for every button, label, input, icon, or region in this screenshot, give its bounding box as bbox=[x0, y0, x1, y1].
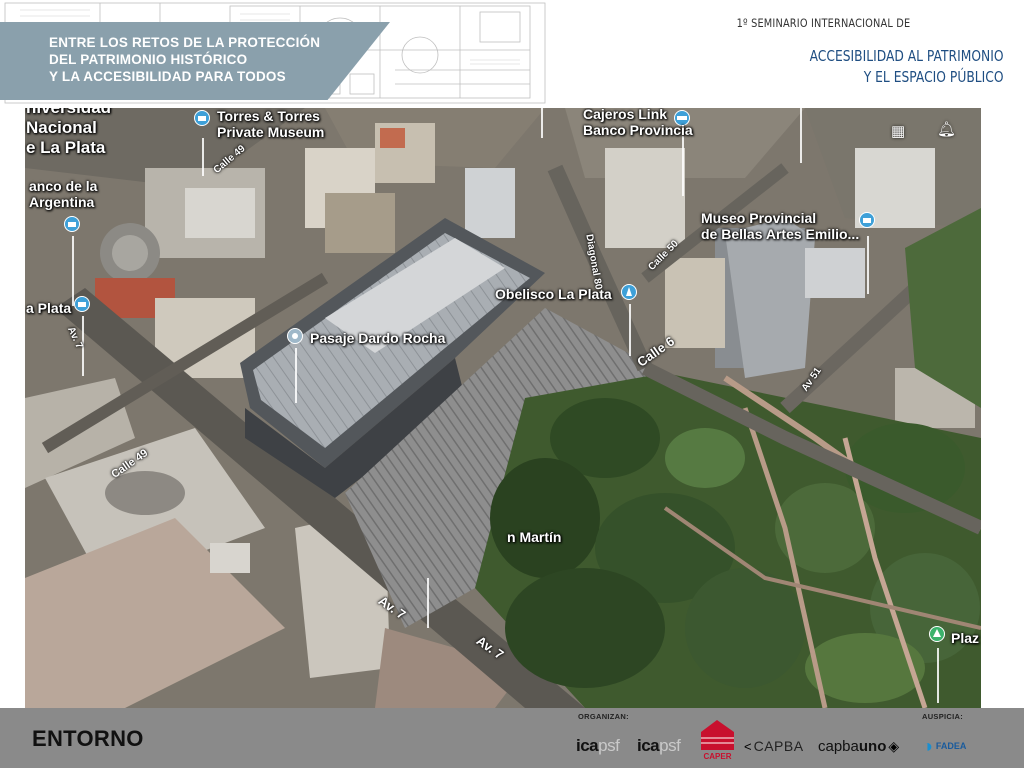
aerial-map[interactable]: ▦ 🔔︎ niversidad Nacional e La Plata Torr… bbox=[25, 108, 981, 708]
seminar-line: 1º SEMINARIO INTERNACIONAL DE bbox=[736, 16, 910, 30]
pin-line bbox=[800, 108, 802, 163]
label-plaza: Plaz bbox=[951, 630, 980, 646]
museum-pin-icon[interactable] bbox=[858, 212, 876, 230]
label-line: Nacional bbox=[26, 118, 97, 137]
bank-pin-icon[interactable] bbox=[63, 216, 81, 234]
banner-line: Y LA ACCESIBILIDAD PARA TODOS bbox=[49, 69, 286, 84]
logo-ica-text: icapsf bbox=[637, 736, 681, 756]
seminar-title-line: ACCESIBILIDAD AL PATRIMONIO bbox=[810, 47, 1004, 65]
label-line: anco de la bbox=[29, 178, 98, 194]
label-line: Torres & Torres bbox=[217, 108, 320, 124]
logo-ica-psf-1: icapsf bbox=[576, 730, 620, 762]
label-museo-bellas-artes: Museo Provincial de Bellas Artes Emilio.… bbox=[701, 210, 859, 242]
logo-ica-psf-2: icapsf bbox=[637, 730, 681, 762]
logo-capba-text: CAPBA bbox=[753, 738, 804, 754]
logo-fadea-text: FADEA bbox=[935, 741, 967, 751]
bell-icon[interactable]: 🔔︎ bbox=[937, 120, 956, 138]
label-la-plata: a Plata bbox=[26, 300, 72, 316]
capbauno-mark-icon: ◈ bbox=[888, 737, 900, 754]
label-universidad: niversidad Nacional e La Plata bbox=[26, 108, 111, 158]
seminar-title-line: Y EL ESPACIO PÚBLICO bbox=[864, 68, 1004, 86]
logo-ica-tail: psf bbox=[659, 736, 681, 755]
banner-title: ENTRE LOS RETOS DE LA PROTECCIÓN DEL PAT… bbox=[49, 34, 359, 85]
label-cajeros: Cajeros Link Banco Provincia bbox=[583, 108, 693, 138]
logo-ica-main: ica bbox=[637, 736, 660, 755]
pin-line bbox=[202, 138, 204, 176]
label-line: Banco Provincia bbox=[583, 122, 693, 138]
label-banco-argentina: anco de la Argentina bbox=[29, 178, 97, 210]
pin-line bbox=[295, 348, 297, 403]
pin-line bbox=[937, 648, 939, 703]
monument-pin-icon[interactable] bbox=[620, 284, 638, 302]
grid-apps-icon[interactable]: ▦ bbox=[891, 122, 905, 140]
aerial-map-image bbox=[25, 108, 981, 708]
museum-pin-icon[interactable] bbox=[73, 296, 91, 314]
pin-line bbox=[427, 578, 429, 628]
logo-capba: < CAPBA bbox=[744, 730, 804, 762]
label-line: Cajeros Link bbox=[583, 108, 668, 122]
logo-ica-tail: psf bbox=[598, 736, 620, 755]
capba-mark-icon: < bbox=[744, 738, 752, 754]
label-line: Private Museum bbox=[217, 124, 325, 140]
logo-caper-text: CAPER bbox=[703, 752, 731, 761]
pin-line bbox=[541, 108, 543, 138]
pin-line bbox=[867, 236, 869, 294]
logo-caper: CAPER bbox=[701, 720, 734, 761]
label-line: niversidad bbox=[26, 108, 111, 118]
logo-capbauno: capbauno ◈ bbox=[818, 730, 899, 762]
label-torres-museum: Torres & Torres Private Museum bbox=[217, 108, 324, 140]
pin-line bbox=[682, 136, 684, 196]
logo-capbauno-a: capba bbox=[818, 737, 859, 755]
label-san-martin: n Martín bbox=[507, 529, 562, 545]
fadea-mark-icon: ◑ bbox=[922, 735, 933, 756]
logo-ica-text: icapsf bbox=[576, 736, 620, 756]
museum-pin-icon[interactable] bbox=[193, 110, 211, 128]
logo-capbauno-text: capbauno bbox=[818, 738, 886, 755]
organizan-label: ORGANIZAN: bbox=[578, 712, 629, 721]
logo-fadea: ◑ FADEA bbox=[922, 730, 966, 762]
auspicia-label: AUSPICIA: bbox=[922, 712, 964, 721]
location-pin-icon[interactable] bbox=[286, 328, 304, 346]
park-pin-icon[interactable] bbox=[928, 626, 946, 644]
label-line: de Bellas Artes Emilio... bbox=[701, 226, 860, 242]
pin-line bbox=[629, 304, 631, 356]
seminar-title: ACCESIBILIDAD AL PATRIMONIO Y EL ESPACIO… bbox=[810, 46, 1004, 88]
slide-footer: ENTORNO ORGANIZAN: AUSPICIA: icapsf icap… bbox=[0, 708, 1024, 768]
logo-capbauno-b: uno bbox=[858, 737, 887, 755]
banner-line: ENTRE LOS RETOS DE LA PROTECCIÓN bbox=[49, 35, 321, 50]
label-line: e La Plata bbox=[26, 138, 106, 157]
slide-header: ENTRE LOS RETOS DE LA PROTECCIÓN DEL PAT… bbox=[0, 0, 1024, 108]
logo-ica-main: ica bbox=[576, 736, 599, 755]
label-line: Argentina bbox=[29, 194, 95, 210]
label-line: Museo Provincial bbox=[701, 210, 817, 226]
banner-line: DEL PATRIMONIO HISTÓRICO bbox=[49, 52, 248, 67]
section-title: ENTORNO bbox=[32, 726, 144, 751]
label-pasaje-dardo-rocha: Pasaje Dardo Rocha bbox=[310, 330, 446, 346]
